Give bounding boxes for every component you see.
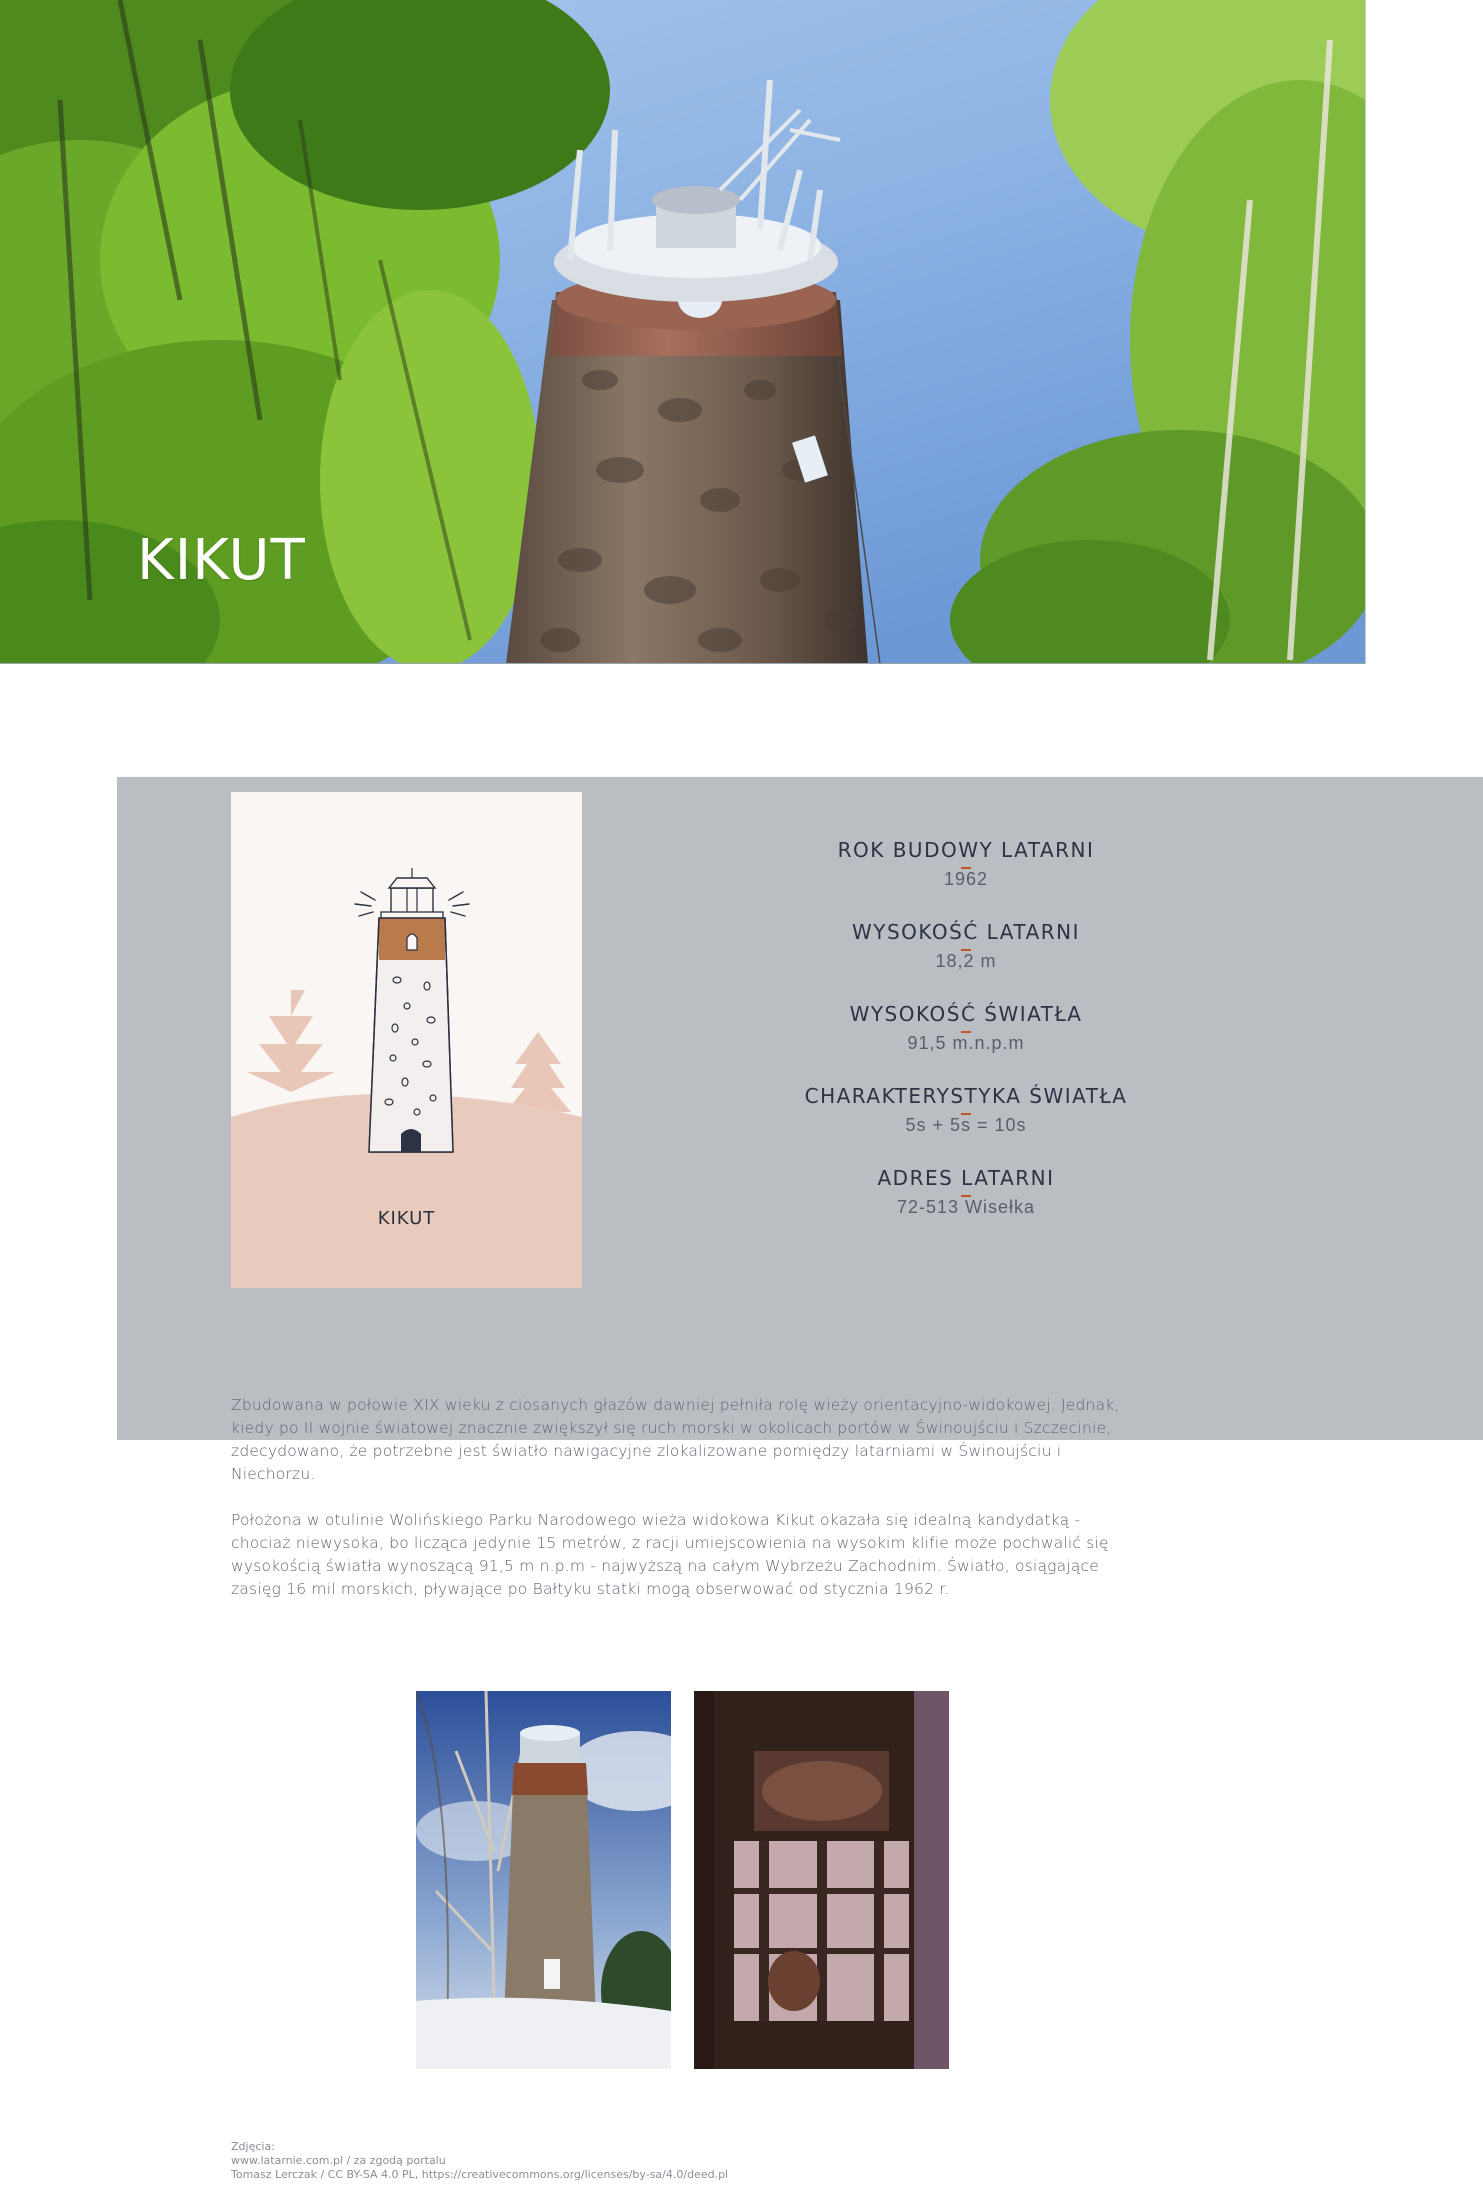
fact-address: ADRES LATARNI 72-513 Wisełka [766, 1164, 1166, 1246]
credits-license: Tomasz Lerczak / CC BY-SA 4.0 PL, https:… [231, 2168, 729, 2181]
hero-photo: KIKUT [0, 0, 1366, 664]
fact-label: WYSOKOŚĆ LATARNI [766, 918, 1166, 951]
fact-height: WYSOKOŚĆ LATARNI 18,2 m [766, 918, 1166, 1000]
lighthouse-facts: ROK BUDOWY LATARNI 1962 WYSOKOŚĆ LATARNI… [766, 836, 1166, 1246]
photo-credits: Zdjęcia: www.latarnie.com.pl / za zgodą … [231, 2140, 728, 2182]
fact-label: ADRES LATARNI [766, 1164, 1166, 1197]
fact-light-height: WYSOKOŚĆ ŚWIATŁA 91,5 m.n.p.m [766, 1000, 1166, 1082]
fact-value: 18,2 m [935, 951, 997, 971]
fact-light-characteristic: CHARAKTERYSTYKA ŚWIATŁA 5s + 5s = 10s [766, 1082, 1166, 1164]
lantern-interior-image [694, 1691, 949, 2069]
illustration-label: KIKUT [377, 1208, 436, 1229]
description-paragraph: Położona w otulinie Wolińskiego Parku Na… [231, 1511, 1109, 1598]
fact-value: 72-513 Wisełka [896, 1197, 1036, 1217]
fact-label: CHARAKTERYSTYKA ŚWIATŁA [766, 1082, 1166, 1115]
description-paragraph: Zbudowana w połowie XIX wieku z ciosanyc… [231, 1396, 1120, 1483]
fact-value: 91,5 m.n.p.m [907, 1033, 1025, 1053]
photo-tower-winter [416, 1691, 671, 2069]
fact-value: 1962 [943, 869, 989, 889]
fact-value: 5s + 5s = 10s [905, 1115, 1027, 1135]
fact-build-year: ROK BUDOWY LATARNI 1962 [766, 836, 1166, 918]
tower-winter-image [416, 1691, 671, 2069]
photo-lantern-interior [694, 1691, 949, 2069]
hero-title: KIKUT [137, 528, 306, 593]
fact-label: ROK BUDOWY LATARNI [766, 836, 1166, 869]
credits-heading: Zdjęcia: [231, 2140, 275, 2153]
credits-source: www.latarnie.com.pl / za zgodą portalu [231, 2154, 446, 2167]
lighthouse-description: Zbudowana w połowie XIX wieku z ciosanyc… [231, 1394, 1131, 1624]
fact-label: WYSOKOŚĆ ŚWIATŁA [766, 1000, 1166, 1033]
lighthouse-illustration-card: KIKUT [231, 792, 582, 1288]
